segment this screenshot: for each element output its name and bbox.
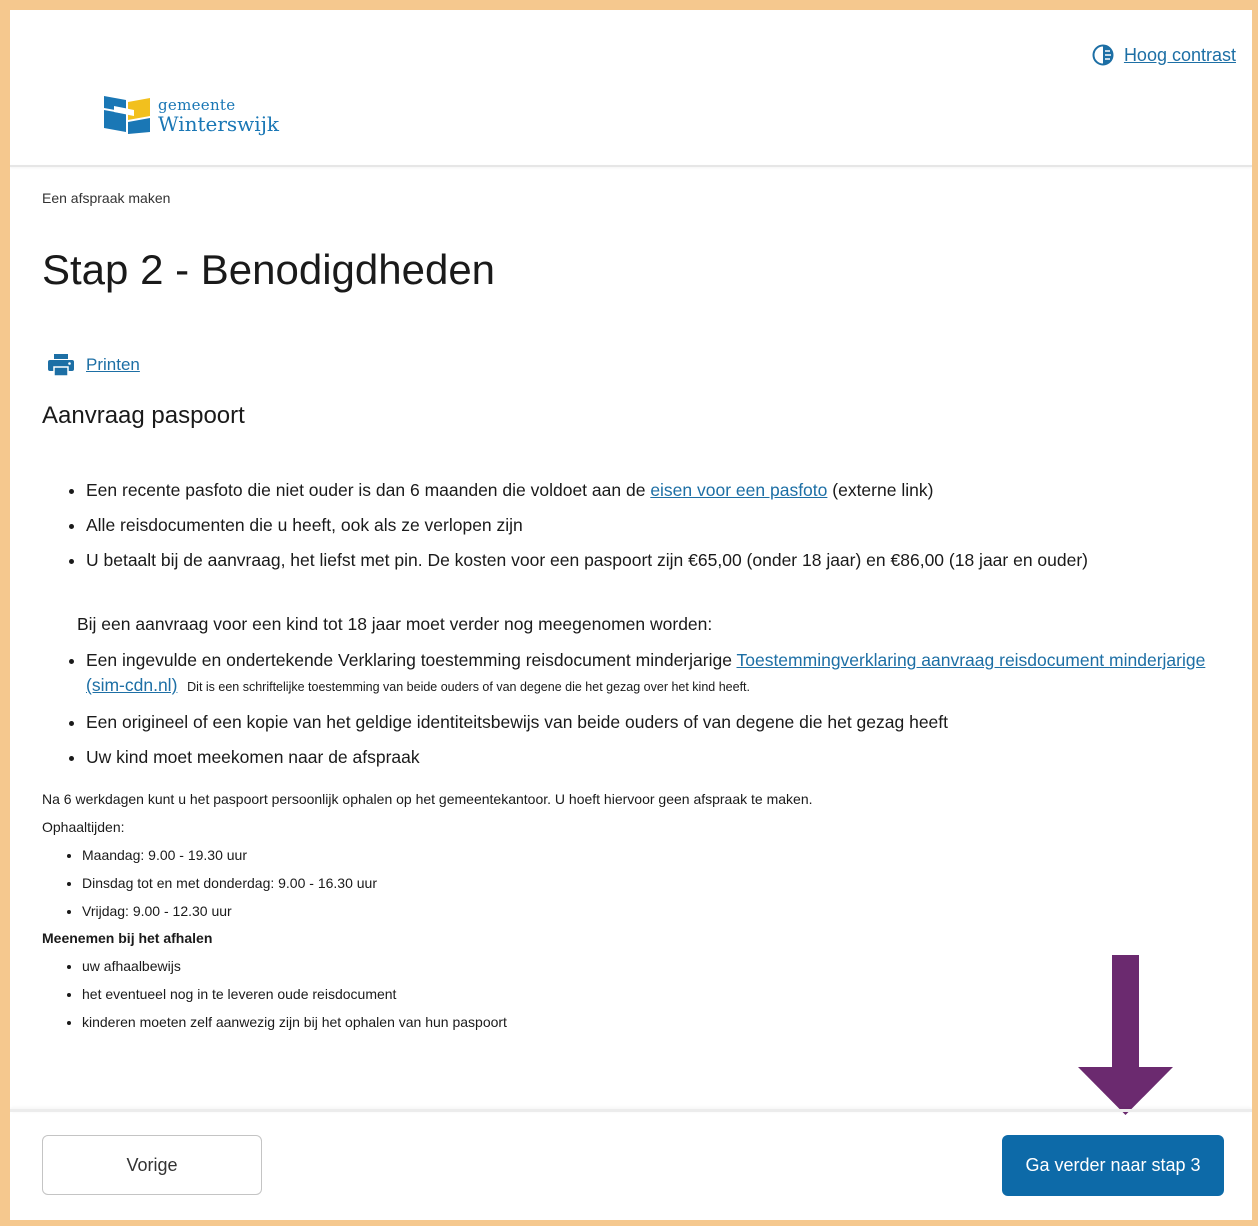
consent-note: Dit is een schriftelijke toestemming van… [187,680,750,694]
list-item-text: Een ingevulde en ondertekende Verklaring… [86,650,737,670]
bring-list: uw afhaalbewijs het eventueel nog in te … [62,952,507,1036]
print-button[interactable]: Printen [48,354,140,376]
logo-wordmark: gemeente Winterswijk [158,96,280,136]
page-frame: Hoog contrast gemeente Winterswijk Een a… [10,10,1252,1220]
list-item: Een origineel of een kopie van het geldi… [86,710,1226,735]
passport-photo-requirements-link[interactable]: eisen voor een pasfoto [650,480,827,500]
logo-small-text: gemeente [158,96,236,114]
list-item: Dinsdag tot en met donderdag: 9.00 - 16.… [82,869,377,897]
contrast-icon [1092,44,1114,66]
child-requirements-intro: Bij een aanvraag voor een kind tot 18 ja… [77,614,713,634]
municipality-logo[interactable]: gemeente Winterswijk [104,96,279,134]
printer-icon [48,354,74,376]
footer-divider [10,1109,1252,1112]
list-item: Een ingevulde en ondertekende Verklaring… [86,648,1226,700]
pickup-times-label: Ophaaltijden: [42,819,125,835]
previous-button[interactable]: Vorige [42,1135,262,1195]
list-item: het eventueel nog in te leveren oude rei… [82,980,507,1008]
pickup-times-list: Maandag: 9.00 - 19.30 uur Dinsdag tot en… [62,841,377,925]
header-divider [10,165,1252,167]
list-item-text: Een recente pasfoto die niet ouder is da… [86,480,651,500]
list-item: Een recente pasfoto die niet ouder is da… [86,478,1216,503]
list-item: Vrijdag: 9.00 - 12.30 uur [82,897,377,925]
winterswijk-logo-icon [104,96,150,134]
next-step-button[interactable]: Ga verder naar stap 3 [1002,1135,1224,1196]
bring-label: Meenemen bij het afhalen [42,930,213,946]
child-requirements-list: Een ingevulde en ondertekende Verklaring… [64,648,1226,780]
list-item: U betaalt bij de aanvraag, het liefst me… [86,548,1216,573]
requirements-list: Een recente pasfoto die niet ouder is da… [64,478,1216,583]
high-contrast-label[interactable]: Hoog contrast [1124,45,1236,66]
arrow-down-icon [1078,955,1173,1115]
list-item: Alle reisdocumenten die u heeft, ook als… [86,513,1216,538]
section-title: Aanvraag paspoort [42,402,245,429]
list-item: Maandag: 9.00 - 19.30 uur [82,841,377,869]
breadcrumb: Een afspraak maken [42,190,171,206]
list-item: Uw kind moet meekomen naar de afspraak [86,745,1226,770]
logo-big-text: Winterswijk [158,112,280,136]
list-item: kinderen moeten zelf aanwezig zijn bij h… [82,1008,507,1036]
high-contrast-toggle[interactable]: Hoog contrast [1092,44,1236,66]
list-item: uw afhaalbewijs [82,952,507,980]
page-title: Stap 2 - Benodigdheden [42,246,496,293]
pickup-info: Na 6 werkdagen kunt u het paspoort perso… [42,791,813,807]
list-item-text: (externe link) [827,480,934,500]
print-label[interactable]: Printen [86,355,140,375]
